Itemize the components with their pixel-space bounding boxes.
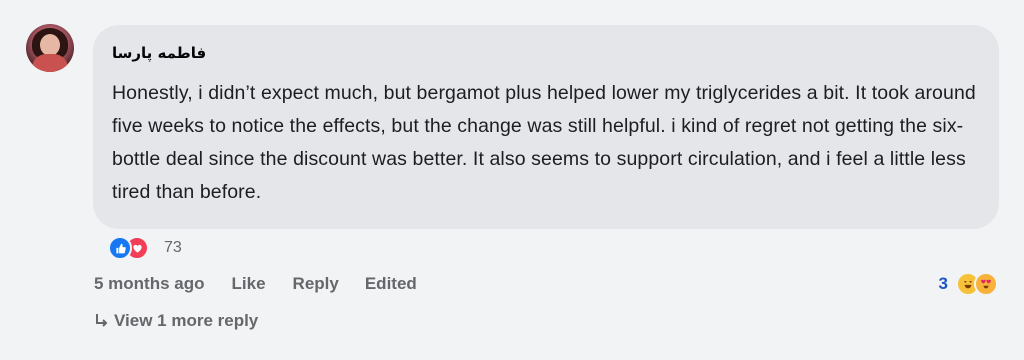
view-more-replies-label: View 1 more reply (114, 311, 259, 330)
reply-reaction-count: 3 (938, 274, 948, 293)
reply-reaction-summary[interactable]: 3 (939, 272, 998, 296)
like-button[interactable]: Like (232, 274, 266, 294)
avatar-body (32, 54, 68, 72)
avatar[interactable] (26, 24, 74, 72)
reaction-count: 73 (164, 239, 182, 256)
comment-actions: 5 months ago Like Reply Edited (94, 274, 417, 294)
avatar-face (40, 34, 60, 56)
reply-button[interactable]: Reply (293, 274, 339, 294)
author-name[interactable]: فاطمه پارسا (112, 43, 232, 63)
comment-bubble: فاطمه پارسا Honestly, i didn’t expect mu… (93, 25, 999, 229)
view-more-replies-link[interactable]: View 1 more reply (94, 311, 258, 331)
reaction-summary[interactable]: 73 (108, 236, 182, 260)
edited-label[interactable]: Edited (365, 274, 417, 294)
thumbs-up-icon (108, 236, 132, 260)
comment-thread: فاطمه پارسا Honestly, i didn’t expect mu… (0, 0, 1024, 360)
reply-arrow-icon (94, 312, 110, 330)
heart-eyes-emoji-icon (974, 272, 998, 296)
comment-timestamp[interactable]: 5 months ago (94, 274, 205, 294)
comment-text: Honestly, i didn’t expect much, but berg… (112, 82, 976, 203)
